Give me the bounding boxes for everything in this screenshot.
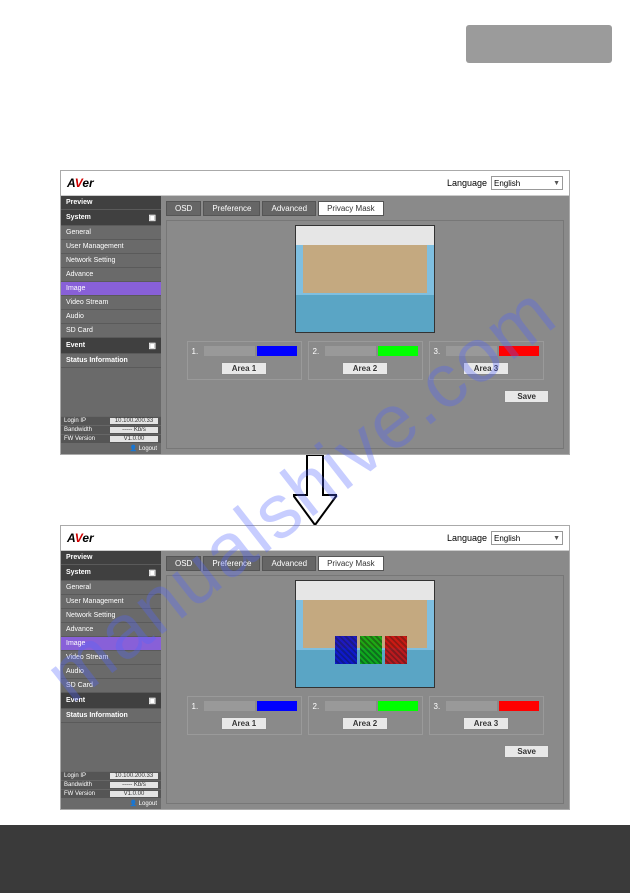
tab-privacy-mask[interactable]: Privacy Mask [318, 556, 384, 571]
sidebar: Preview System▣ General User Management … [61, 196, 161, 454]
sidebar-item-user-management[interactable]: User Management [61, 595, 161, 609]
sidebar-item-image[interactable]: Image [61, 637, 161, 651]
sidebar-item-audio[interactable]: Audio [61, 310, 161, 324]
sidebar-item-general[interactable]: General [61, 581, 161, 595]
color-swatch-blue[interactable] [257, 701, 297, 711]
sidebar-item-preview[interactable]: Preview [61, 196, 161, 210]
tab-privacy-mask[interactable]: Privacy Mask [318, 201, 384, 216]
logo: AVer [67, 531, 94, 545]
sidebar-item-system[interactable]: System▣ [61, 565, 161, 581]
area-3-button[interactable]: Area 3 [463, 362, 509, 375]
area-3-button[interactable]: Area 3 [463, 717, 509, 730]
screenshot-after: AVer Language English▼ Preview System▣ G… [60, 525, 570, 810]
tab-osd[interactable]: OSD [166, 201, 201, 216]
sidebar: Preview System▣ General User Management … [61, 551, 161, 809]
area-2-box: 2. Area 2 [308, 696, 423, 735]
sidebar-item-audio[interactable]: Audio [61, 665, 161, 679]
page-footer [0, 825, 630, 893]
mask-blue[interactable] [335, 636, 357, 664]
minus-icon: ▣ [148, 213, 156, 222]
main-content: OSD Preference Advanced Privacy Mask 1. [161, 551, 569, 809]
language-label: Language [447, 178, 487, 188]
color-swatch-green[interactable] [378, 701, 418, 711]
area-1-button[interactable]: Area 1 [221, 362, 267, 375]
tab-osd[interactable]: OSD [166, 556, 201, 571]
sidebar-item-event[interactable]: Event▣ [61, 338, 161, 354]
sidebar-item-status-information[interactable]: Status Information [61, 354, 161, 368]
area-1-box: 1. Area 1 [187, 696, 302, 735]
main-content: OSD Preference Advanced Privacy Mask 1. … [161, 196, 569, 454]
sidebar-item-event[interactable]: Event▣ [61, 693, 161, 709]
sidebar-item-sd-card[interactable]: SD Card [61, 679, 161, 693]
sidebar-item-system[interactable]: System▣ [61, 210, 161, 226]
tabs: OSD Preference Advanced Privacy Mask [166, 201, 564, 216]
minus-icon: ▣ [148, 568, 156, 577]
sidebar-item-general[interactable]: General [61, 226, 161, 240]
save-button[interactable]: Save [504, 390, 549, 403]
mask-red[interactable] [385, 636, 407, 664]
plus-icon: ▣ [148, 696, 156, 705]
mask-green[interactable] [360, 636, 382, 664]
save-button[interactable]: Save [504, 745, 549, 758]
topbar: AVer Language English▼ [61, 171, 569, 196]
logout-link[interactable]: 👤 Logout [61, 798, 161, 809]
tab-preference[interactable]: Preference [203, 201, 260, 216]
color-swatch-red[interactable] [499, 346, 539, 356]
info-block: Login IP10.100.200.33 Bandwidth----- Kb/… [61, 416, 161, 443]
area-2-box: 2. Area 2 [308, 341, 423, 380]
tab-advanced[interactable]: Advanced [262, 556, 316, 571]
language-selector[interactable]: Language English▼ [447, 176, 563, 190]
arrow-down-icon [293, 455, 337, 530]
logout-link[interactable]: 👤 Logout [61, 443, 161, 454]
tab-preference[interactable]: Preference [203, 556, 260, 571]
sidebar-item-advance[interactable]: Advance [61, 268, 161, 282]
area-1-box: 1. Area 1 [187, 341, 302, 380]
sidebar-item-user-management[interactable]: User Management [61, 240, 161, 254]
area-3-box: 3. Area 3 [429, 696, 544, 735]
sidebar-item-video-stream[interactable]: Video Stream [61, 296, 161, 310]
screenshot-before: AVer Language English▼ Preview System▣ G… [60, 170, 570, 455]
area-3-box: 3. Area 3 [429, 341, 544, 380]
header-button[interactable] [466, 25, 612, 63]
sidebar-item-image[interactable]: Image [61, 282, 161, 296]
area-2-button[interactable]: Area 2 [342, 362, 388, 375]
camera-preview[interactable] [295, 225, 435, 333]
sidebar-item-network-setting[interactable]: Network Setting [61, 254, 161, 268]
language-selector[interactable]: Language English▼ [447, 531, 563, 545]
sidebar-item-video-stream[interactable]: Video Stream [61, 651, 161, 665]
color-swatch-blue[interactable] [257, 346, 297, 356]
sidebar-item-network-setting[interactable]: Network Setting [61, 609, 161, 623]
chevron-down-icon: ▼ [553, 180, 560, 187]
privacy-masks [335, 636, 407, 664]
area-1-button[interactable]: Area 1 [221, 717, 267, 730]
color-swatch-red[interactable] [499, 701, 539, 711]
sidebar-item-advance[interactable]: Advance [61, 623, 161, 637]
logo: AVer [67, 176, 94, 190]
tabs: OSD Preference Advanced Privacy Mask [166, 556, 564, 571]
camera-preview[interactable] [295, 580, 435, 688]
chevron-down-icon: ▼ [553, 535, 560, 542]
sidebar-item-preview[interactable]: Preview [61, 551, 161, 565]
info-block: Login IP10.100.200.33 Bandwidth----- Kb/… [61, 771, 161, 798]
plus-icon: ▣ [148, 341, 156, 350]
sidebar-item-sd-card[interactable]: SD Card [61, 324, 161, 338]
topbar: AVer Language English▼ [61, 526, 569, 551]
language-label: Language [447, 533, 487, 543]
area-2-button[interactable]: Area 2 [342, 717, 388, 730]
sidebar-item-status-information[interactable]: Status Information [61, 709, 161, 723]
color-swatch-green[interactable] [378, 346, 418, 356]
tab-advanced[interactable]: Advanced [262, 201, 316, 216]
